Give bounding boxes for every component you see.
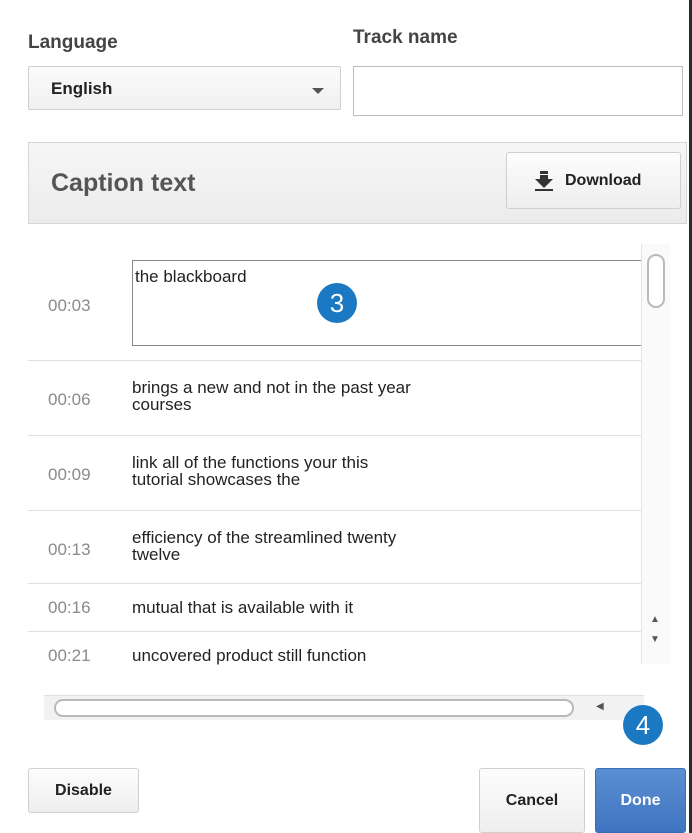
caption-text: mutual that is available with it bbox=[132, 598, 354, 617]
horizontal-scrollbar-thumb[interactable] bbox=[54, 699, 574, 717]
scroll-down-icon[interactable]: ▼ bbox=[650, 634, 660, 645]
caption-time: 00:16 bbox=[48, 598, 91, 617]
caption-text-line: tutorial showcases the bbox=[132, 470, 301, 489]
caption-text: link all of the functions your this tuto… bbox=[132, 454, 552, 488]
caption-time: 00:21 bbox=[48, 646, 91, 665]
cancel-button[interactable]: Cancel bbox=[479, 768, 585, 833]
caption-text-line: link all of the functions your this bbox=[132, 453, 369, 472]
caption-time: 00:09 bbox=[48, 465, 91, 484]
caption-row[interactable]: 00:16 mutual that is available with it bbox=[28, 584, 641, 632]
caption-text: brings a new and not in the past year co… bbox=[132, 379, 552, 413]
caption-time: 00:06 bbox=[48, 390, 91, 409]
caption-text-line: brings a new and not in the past year bbox=[132, 378, 411, 397]
done-button[interactable]: Done bbox=[595, 768, 686, 833]
language-label: Language bbox=[28, 32, 118, 53]
language-select-value: English bbox=[51, 79, 113, 98]
caption-row[interactable]: 00:09 link all of the functions your thi… bbox=[28, 436, 641, 511]
scroll-left-icon[interactable]: ◀ bbox=[596, 701, 604, 712]
step-3-badge: 3 bbox=[317, 283, 357, 323]
download-label: Download bbox=[565, 172, 642, 189]
download-arrow-icon bbox=[535, 171, 553, 191]
step-4-badge: 4 bbox=[623, 705, 663, 745]
vertical-scrollbar-thumb[interactable] bbox=[647, 254, 665, 308]
caption-text: efficiency of the streamlined twenty twe… bbox=[132, 529, 552, 563]
caption-title: Caption text bbox=[51, 169, 196, 197]
caption-text-line: courses bbox=[132, 395, 192, 414]
caption-text: uncovered product still function bbox=[132, 646, 367, 665]
caption-row[interactable]: 00:21 uncovered product still function bbox=[28, 632, 641, 680]
disable-button[interactable]: Disable bbox=[28, 768, 139, 813]
language-select[interactable]: English bbox=[28, 66, 341, 110]
track-name-label: Track name bbox=[353, 27, 458, 48]
caption-text-line: efficiency of the streamlined twenty bbox=[132, 528, 397, 547]
caption-row[interactable]: 00:13 efficiency of the streamlined twen… bbox=[28, 511, 641, 584]
caption-time: 00:13 bbox=[48, 540, 91, 559]
vertical-scrollbar[interactable]: ▲ ▼ bbox=[641, 244, 670, 664]
scroll-up-icon[interactable]: ▲ bbox=[650, 614, 660, 625]
caption-row[interactable]: 00:06 brings a new and not in the past y… bbox=[28, 361, 641, 436]
track-name-input[interactable] bbox=[353, 66, 683, 116]
caption-time: 00:03 bbox=[48, 296, 91, 315]
chevron-down-icon bbox=[312, 88, 324, 94]
caption-text-line: twelve bbox=[132, 545, 181, 564]
horizontal-scrollbar[interactable]: ◀ bbox=[44, 695, 644, 720]
caption-edit-box[interactable]: the blackboard bbox=[132, 260, 641, 346]
download-button[interactable]: Download bbox=[506, 152, 681, 209]
